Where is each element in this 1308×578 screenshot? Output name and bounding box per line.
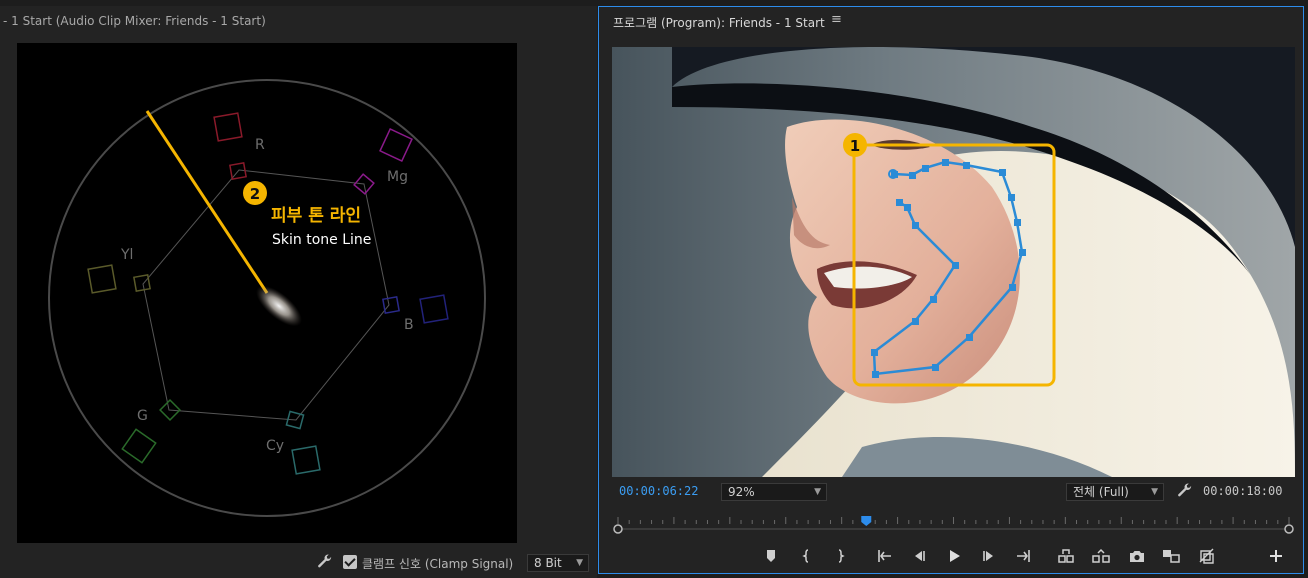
go-to-in-icon[interactable] <box>875 547 895 565</box>
clamp-signal-label: 클램프 신호 (Clamp Signal) <box>362 557 514 571</box>
bit-depth-value: 8 Bit <box>534 556 562 570</box>
go-to-out-icon[interactable] <box>1013 547 1033 565</box>
target-label-yl: Yl <box>120 247 133 263</box>
lumetri-scopes-panel: - 1 Start (Audio Clip Mixer: Friends - 1… <box>0 6 597 578</box>
duration-timecode: 00:00:18:00 <box>1203 484 1283 498</box>
add-marker-icon[interactable] <box>761 547 781 565</box>
target-label-mg: Mg <box>387 169 408 185</box>
program-video-frame: 1 <box>612 47 1295 477</box>
vectorscope: R Mg B Cy G Yl 2 피부 톤 라인 Skin tone Line <box>17 43 517 543</box>
lift-icon[interactable] <box>1056 547 1076 565</box>
video-frame-illustration: 1 <box>612 47 1295 477</box>
export-frame-icon[interactable] <box>1127 547 1147 565</box>
playback-resolution-select[interactable]: 전체 (Full) ▼ <box>1066 483 1164 501</box>
target-r-outer <box>213 112 243 142</box>
wrench-icon[interactable] <box>317 554 333 570</box>
callout-2-title-ko: 피부 톤 라인 <box>271 206 361 226</box>
callout-2-number: 2 <box>250 185 260 203</box>
vectorscope-trace <box>256 285 302 327</box>
compare-view-icon[interactable] <box>1161 547 1181 565</box>
time-ruler[interactable] <box>612 507 1295 537</box>
target-mg-outer <box>379 128 413 162</box>
scope-panel-title: - 1 Start (Audio Clip Mixer: Friends - 1… <box>3 14 266 28</box>
program-panel-title[interactable]: 프로그램 (Program): Friends - 1 Start <box>613 14 825 31</box>
callout-2-title-en: Skin tone Line <box>272 232 371 248</box>
step-back-icon[interactable] <box>909 547 929 565</box>
toggle-proxies-icon[interactable] <box>1197 547 1217 565</box>
chevron-down-icon: ▼ <box>1151 487 1158 497</box>
step-forward-icon[interactable] <box>979 547 999 565</box>
program-monitor-panel: 프로그램 (Program): Friends - 1 Start ≡ 1 00… <box>598 6 1304 574</box>
target-cy-outer <box>291 445 321 475</box>
add-button-icon[interactable] <box>1266 547 1286 565</box>
clamp-signal-checkbox[interactable] <box>343 555 357 569</box>
target-label-b: B <box>404 317 414 333</box>
chevron-down-icon: ▼ <box>576 558 583 568</box>
playhead[interactable] <box>861 516 872 526</box>
time-ruler-ticks <box>617 517 1290 524</box>
target-label-g: G <box>137 408 148 424</box>
target-b-inner <box>382 296 400 314</box>
current-timecode[interactable]: 00:00:06:22 <box>619 484 698 498</box>
mark-in-icon[interactable] <box>797 547 817 565</box>
target-g-outer <box>121 428 157 464</box>
bit-depth-select[interactable]: 8 Bit ▼ <box>527 554 589 572</box>
callout-1-number: 1 <box>850 137 860 155</box>
target-label-r: R <box>255 137 265 153</box>
chevron-down-icon: ▼ <box>814 487 821 497</box>
target-b-outer <box>419 294 449 324</box>
extract-icon[interactable] <box>1091 547 1111 565</box>
target-yl-inner <box>133 274 151 292</box>
transport-controls <box>599 545 1303 569</box>
hamburger-icon[interactable]: ≡ <box>831 12 842 27</box>
target-label-cy: Cy <box>266 438 284 454</box>
playback-resolution-value: 전체 (Full) <box>1073 485 1129 499</box>
out-point-handle[interactable] <box>1284 524 1294 534</box>
wrench-icon[interactable] <box>1177 483 1193 499</box>
zoom-level-select[interactable]: 92% ▼ <box>721 483 827 501</box>
play-icon[interactable] <box>944 547 964 565</box>
mark-out-icon[interactable] <box>830 547 850 565</box>
in-point-handle[interactable] <box>613 524 623 534</box>
scope-footer: 클램프 신호 (Clamp Signal) 8 Bit ▼ <box>0 552 597 576</box>
target-yl-outer <box>87 264 117 294</box>
zoom-level-value: 92% <box>728 485 755 499</box>
vectorscope-graticule: R Mg B Cy G Yl 2 피부 톤 라인 Skin tone Line <box>48 79 486 517</box>
